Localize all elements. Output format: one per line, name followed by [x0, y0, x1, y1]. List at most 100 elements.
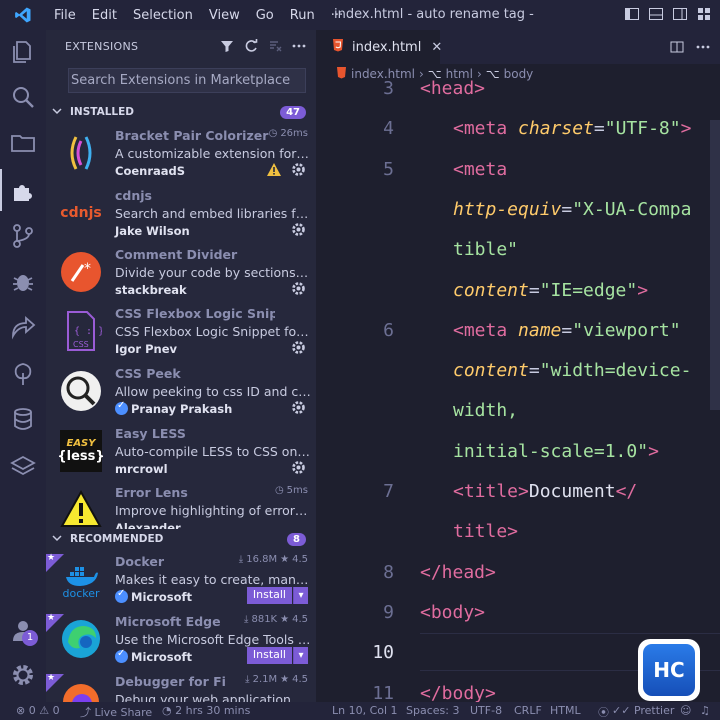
clear-icon[interactable]: [268, 38, 282, 52]
extension-description: Divide your code by sections with...: [115, 265, 311, 280]
cursor-position[interactable]: Ln 10, Col 1: [332, 704, 398, 717]
encoding[interactable]: UTF-8: [470, 704, 502, 717]
live-share-status[interactable]: ⤴ Live Share: [80, 704, 152, 720]
customize-layout-icon[interactable]: [696, 6, 712, 22]
code-token: content: [453, 360, 529, 382]
install-dropdown-chevron-icon[interactable]: ▾: [293, 647, 308, 664]
manage-gear-icon[interactable]: [291, 400, 306, 415]
chevron-down-icon: [52, 106, 64, 119]
language-mode[interactable]: HTML: [550, 704, 581, 717]
source-control-icon[interactable]: [10, 223, 36, 249]
code-token: charset: [518, 118, 594, 140]
refresh-icon[interactable]: [244, 38, 258, 52]
split-editor-icon[interactable]: [670, 39, 684, 53]
layers-icon[interactable]: [10, 453, 36, 479]
menu-view[interactable]: View: [201, 8, 248, 23]
manage-gear-icon[interactable]: [291, 222, 306, 237]
extension-description: Use the Microsoft Edge Tools fro...: [115, 632, 311, 647]
close-tab-icon[interactable]: ✕: [431, 40, 442, 55]
installed-section-header[interactable]: INSTALLED 47: [46, 102, 316, 122]
code-token: >: [637, 279, 649, 301]
more-actions-icon[interactable]: [696, 39, 710, 53]
live-share-label: Live Share: [94, 706, 153, 719]
star-icon: ★: [280, 674, 290, 685]
toggle-sidebar-icon[interactable]: [624, 6, 640, 22]
more-actions-icon[interactable]: [292, 38, 306, 52]
feedback-icon[interactable]: ☺: [680, 704, 691, 717]
extension-item-comment-divider[interactable]: * Comment Divider Divide your code by se…: [46, 247, 316, 306]
edge-logo-icon: [60, 618, 102, 660]
extension-item-error-lens[interactable]: Error Lens ◷ 5ms Improve highlighting of …: [46, 485, 316, 530]
manage-gear-icon[interactable]: [291, 281, 306, 296]
run-debug-icon[interactable]: [10, 268, 36, 294]
broadcast-icon[interactable]: ⦿: [598, 704, 609, 720]
search-extensions-input[interactable]: Search Extensions in Marketplace: [68, 68, 306, 93]
notifications-bell-icon[interactable]: ♫: [700, 704, 710, 717]
toggle-secondary-sidebar-icon[interactable]: [672, 6, 688, 22]
recommended-section-header[interactable]: RECOMMENDED 8: [46, 529, 316, 549]
installed-count-badge: 47: [280, 105, 306, 119]
prettier-label: Prettier: [633, 704, 675, 717]
manage-gear-icon[interactable]: [291, 162, 306, 177]
menu-go[interactable]: Go: [248, 8, 282, 23]
extension-publisher: Igor Pnev: [115, 342, 177, 356]
time-tracker[interactable]: ◔ 2 hrs 30 mins: [162, 704, 250, 717]
line-number: 7: [383, 481, 394, 502]
extension-publisher: Microsoft: [131, 650, 193, 664]
folder-icon[interactable]: [10, 130, 36, 156]
explorer-icon[interactable]: [10, 38, 36, 64]
extension-description: CSS Flexbox Logic Snippet for VS ...: [115, 324, 311, 339]
extension-description: Debug your web application or b...: [115, 692, 311, 702]
extension-item-css-flexbox-logic[interactable]: { : } CSS CSS Flexbox Logic Snippet for .…: [46, 306, 316, 365]
manage-gear-icon[interactable]: [291, 340, 306, 355]
prettier-status[interactable]: ✓✓ Prettier: [612, 704, 674, 717]
extension-item-css-peek[interactable]: CSS Peek Allow peeking to css ID and cla…: [46, 366, 316, 425]
code-text: http-equiv="X-UA-Compa: [453, 199, 691, 220]
line-number: 4: [383, 118, 394, 140]
install-button[interactable]: Install: [246, 647, 292, 664]
window-title: index.html - auto rename tag - Visual...: [334, 7, 534, 22]
live-share-icon[interactable]: [10, 314, 36, 340]
code-token: >: [648, 440, 659, 462]
rating: 4.5: [292, 674, 308, 685]
filter-icon[interactable]: [220, 38, 234, 52]
warning-icon[interactable]: [266, 162, 282, 177]
extension-item-microsoft-edge-tools[interactable]: ★ Microsoft Edge To... ⤓881K★4.5 Use the…: [46, 613, 316, 673]
extension-item-bracket-pair-colorizer[interactable]: Bracket Pair Colorizer ◷ 26ms A customiza…: [46, 128, 316, 187]
menu-selection[interactable]: Selection: [125, 8, 201, 23]
menu-run[interactable]: Run: [282, 8, 323, 23]
code-text: title>: [453, 521, 518, 542]
css-peek-logo-icon: [60, 370, 102, 412]
tree-icon[interactable]: [10, 361, 36, 387]
warning-count: 0: [52, 704, 60, 717]
extension-item-debugger-for-firefox[interactable]: ★ Debugger for Fire... ⤓2.1M★4.5 Debug y…: [46, 674, 316, 702]
line-number: 5: [383, 158, 394, 180]
activation-time: 26ms: [280, 128, 308, 139]
extension-item-cdnjs[interactable]: cdnjs cdnjs Search and embed libraries f…: [46, 188, 316, 247]
extension-description: Search and embed libraries from ...: [115, 206, 311, 221]
install-button[interactable]: Install: [246, 587, 292, 604]
download-icon: ⤓: [244, 614, 249, 625]
extension-publisher: Pranay Prakash: [131, 402, 233, 416]
toggle-panel-icon[interactable]: [648, 6, 664, 22]
database-icon[interactable]: [10, 406, 36, 432]
search-icon[interactable]: [10, 84, 36, 110]
extension-item-easy-less[interactable]: EASY {less} Easy LESS Auto-compile LESS …: [46, 426, 316, 485]
extension-item-docker[interactable]: ★ docker Docker ⤓ 16.8M ★ 4.5 Makes it easy…: [46, 553, 316, 613]
manage-gear-icon[interactable]: [291, 460, 306, 475]
download-count: 2.1M: [252, 674, 278, 685]
extension-name: Debugger for Fire...: [115, 674, 225, 689]
problems-indicator[interactable]: ⊗ 0 ⚠ 0: [16, 704, 60, 717]
menu-file[interactable]: File: [46, 8, 84, 23]
star-icon: ★: [280, 614, 290, 625]
settings-gear-icon[interactable]: [10, 662, 36, 688]
install-dropdown-chevron-icon[interactable]: ▾: [293, 587, 308, 604]
end-of-line[interactable]: CRLF: [514, 704, 542, 717]
indentation[interactable]: Spaces: 3: [406, 704, 459, 717]
breadcrumb-body[interactable]: body: [504, 67, 534, 81]
menu-edit[interactable]: Edit: [84, 8, 125, 23]
tab-index-html[interactable]: index.html ✕: [316, 30, 442, 64]
extensions-icon[interactable]: [0, 169, 36, 211]
line-number: 10: [372, 642, 394, 664]
editor-scrollbar[interactable]: [710, 120, 720, 410]
